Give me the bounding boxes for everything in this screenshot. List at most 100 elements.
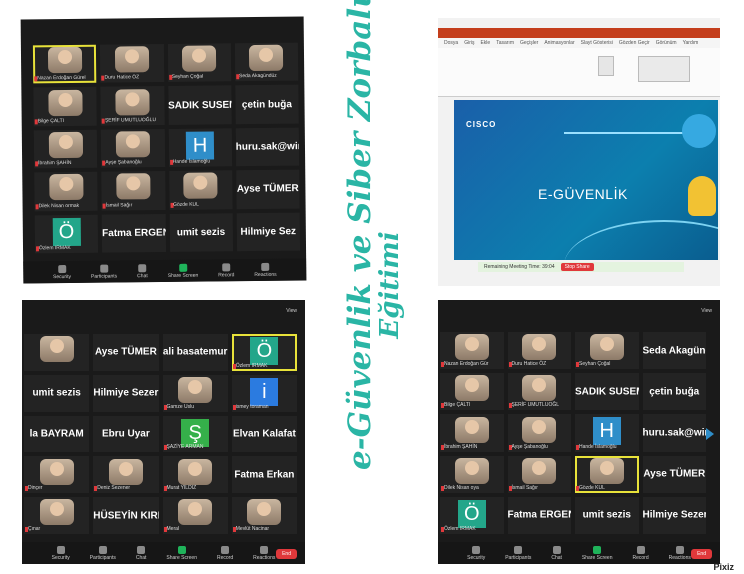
reactions-button[interactable]: Reactions [254, 262, 277, 278]
participant-tile[interactable]: Nazan Erdoğan Gürel [32, 44, 97, 84]
participant-tile[interactable]: İbrahim ŞAHİN [440, 414, 504, 452]
participant-tile[interactable]: SADIK SUSEM [167, 85, 232, 125]
participant-tile[interactable]: umit sezis [24, 374, 90, 412]
participant-tile[interactable]: Deniz Sezener [93, 456, 159, 494]
participant-tile[interactable]: ali basatemur [162, 334, 228, 371]
ribbon-tab[interactable]: Gözden Geçir [619, 40, 650, 46]
participant-tile[interactable]: Gamze Uslu [162, 374, 228, 412]
ribbon-tab[interactable]: Animasyonlar [544, 40, 574, 46]
participant-tile[interactable]: Duru Hatice ÖZ [100, 43, 164, 84]
participant-tile[interactable]: Nazan Erdoğan Gür [440, 332, 504, 370]
record-button[interactable]: Record [217, 545, 233, 561]
participant-tile[interactable]: Seda Akagündüz [234, 42, 299, 82]
participant-tile[interactable]: Elvan Kalafat [231, 415, 297, 453]
participant-tile[interactable]: Ayşe Şabanoğlu [507, 414, 571, 452]
ribbon-tab[interactable]: Giriş [464, 40, 474, 46]
participant-tile[interactable]: Dilek Nisan ormak [34, 171, 98, 211]
participant-tile[interactable]: ŞERİF UMUTLUOĞLU [100, 86, 165, 126]
chat-button[interactable]: Chat [137, 263, 148, 279]
participant-video [178, 377, 213, 403]
participant-tile[interactable]: Duru Hatice ÖZ [507, 332, 571, 370]
participant-tile[interactable]: Gözde KUL [575, 455, 639, 493]
share-screen-button[interactable]: Share Screen [168, 263, 198, 278]
participant-video [178, 499, 213, 526]
record-button[interactable]: Record [218, 262, 234, 278]
participant-tile[interactable]: ŞERİF UMUTLUOĞL [507, 373, 571, 411]
participant-tile[interactable]: Ö Özlem IRMAK [231, 334, 297, 371]
participant-tile[interactable]: huru.sak@win [235, 127, 300, 167]
participant-tile[interactable]: Fatma ERGEN [507, 496, 571, 534]
participants-button[interactable]: Participants [505, 545, 531, 561]
security-button[interactable]: Security [467, 545, 485, 561]
participants-button[interactable]: Participants [90, 545, 116, 561]
participant-tile[interactable]: Ö Özlem IRMAK [34, 214, 99, 254]
participant-tile[interactable]: Ayse TÜMER [235, 169, 300, 209]
participant-tile[interactable]: huru.sak@win [642, 414, 706, 452]
share-screen-button[interactable]: Share Screen [166, 545, 197, 561]
participant-tile[interactable]: Hilmiye Sezer [93, 374, 159, 412]
participant-tile[interactable] [24, 334, 90, 371]
participant-tile[interactable]: i ismey toraman [231, 374, 297, 412]
participant-tile[interactable]: Bilge ÇALTI [440, 373, 504, 411]
ribbon-tab[interactable]: Ekle [480, 40, 490, 46]
share-screen-button[interactable]: Share Screen [582, 545, 612, 561]
participant-tile[interactable]: Bilge ÇALTI [33, 87, 97, 127]
ribbon-tab[interactable]: Yardım [683, 40, 699, 46]
participant-tile[interactable]: Hilmiye Sez [236, 212, 301, 252]
participant-tile[interactable]: Mevlüt Nacinar [231, 497, 297, 534]
participant-tile[interactable]: Fatma Erkan [231, 456, 297, 494]
participant-tile[interactable]: Dinçer [24, 456, 90, 494]
ribbon-tab[interactable]: Slayt Gösterisi [581, 40, 613, 46]
end-button[interactable]: End [276, 549, 297, 559]
end-button[interactable]: End [691, 549, 712, 559]
reactions-button[interactable]: Reactions [253, 545, 275, 561]
participant-tile[interactable]: Ayse TÜMER [642, 455, 706, 493]
participant-tile[interactable]: HÜSEYİN KIRIK [93, 497, 159, 534]
participant-tile[interactable]: Ayse TÜMER [93, 334, 159, 371]
participant-tile[interactable]: çetin buğa [642, 373, 706, 411]
participant-tile[interactable]: umit sezis [575, 496, 639, 534]
participant-tile[interactable]: Seda Akagündüz [642, 332, 706, 370]
participant-tile[interactable]: SADIK SUSEM [575, 373, 639, 411]
reactions-button[interactable]: Reactions [669, 545, 691, 561]
view-label[interactable]: View [701, 308, 712, 314]
participant-tile[interactable]: Çınar [24, 497, 90, 534]
security-button[interactable]: Security [53, 264, 71, 280]
participant-name: Ayse TÜMER [236, 183, 299, 196]
participant-tile[interactable]: Ayşe Şabanoğlu [101, 128, 165, 168]
ribbon-tab[interactable]: Görünüm [656, 40, 677, 46]
participant-tile[interactable]: la BAYRAM [24, 415, 90, 453]
participant-tile[interactable]: Meral [162, 497, 228, 534]
participant-tile[interactable]: İsmail Sağır [507, 455, 571, 493]
participant-tile[interactable]: H Hande İslamoğlu [168, 128, 232, 168]
stop-share-button[interactable]: Stop Share [560, 263, 594, 271]
participant-tile[interactable]: İsmail Sağır [101, 171, 166, 211]
new-slide-button[interactable] [598, 56, 614, 76]
participant-tile[interactable]: H Hande İslamoğlu [575, 414, 639, 452]
security-button[interactable]: Security [52, 545, 70, 561]
participant-tile[interactable]: Dilek Nisan oya [440, 455, 504, 493]
participant-tile[interactable]: Seyhan Çoğal [575, 332, 639, 370]
next-page-arrow[interactable] [706, 428, 714, 440]
participant-tile[interactable]: Seyhan Çoğal [167, 43, 232, 83]
chat-button[interactable]: Chat [136, 545, 146, 561]
participants-button[interactable]: Participants [91, 264, 117, 279]
chat-button[interactable]: Chat [551, 545, 562, 561]
participant-tile[interactable]: Murat YILDIZ [162, 456, 228, 494]
participant-tile[interactable]: İbrahim ŞAHİN [33, 129, 98, 169]
participant-tile[interactable]: Gözde KUL [168, 170, 233, 210]
view-label[interactable]: View [286, 308, 297, 314]
participant-tile[interactable]: Ebru Uyar [93, 415, 159, 453]
participant-tile[interactable]: çetin buğa [235, 84, 299, 125]
participant-tile[interactable]: Hilmiye Sezer [642, 496, 706, 534]
participant-tile[interactable]: Fatma ERGEN [101, 213, 166, 253]
participant-tile[interactable]: Ş ŞAZİYE ARMAN [162, 415, 228, 453]
zoom-toolbar: Security Participants Chat Share Screen … [22, 542, 305, 564]
ribbon-tab[interactable]: Geçişler [520, 40, 538, 46]
record-button[interactable]: Record [632, 545, 649, 561]
participant-tile[interactable]: umit sezis [169, 212, 233, 252]
participant-tile[interactable]: Ö Özlem IRMAK [440, 496, 504, 534]
shape-gallery[interactable] [638, 56, 690, 82]
ribbon-tab[interactable]: Tasarım [496, 40, 514, 46]
ribbon-tab[interactable]: Dosya [444, 40, 458, 46]
